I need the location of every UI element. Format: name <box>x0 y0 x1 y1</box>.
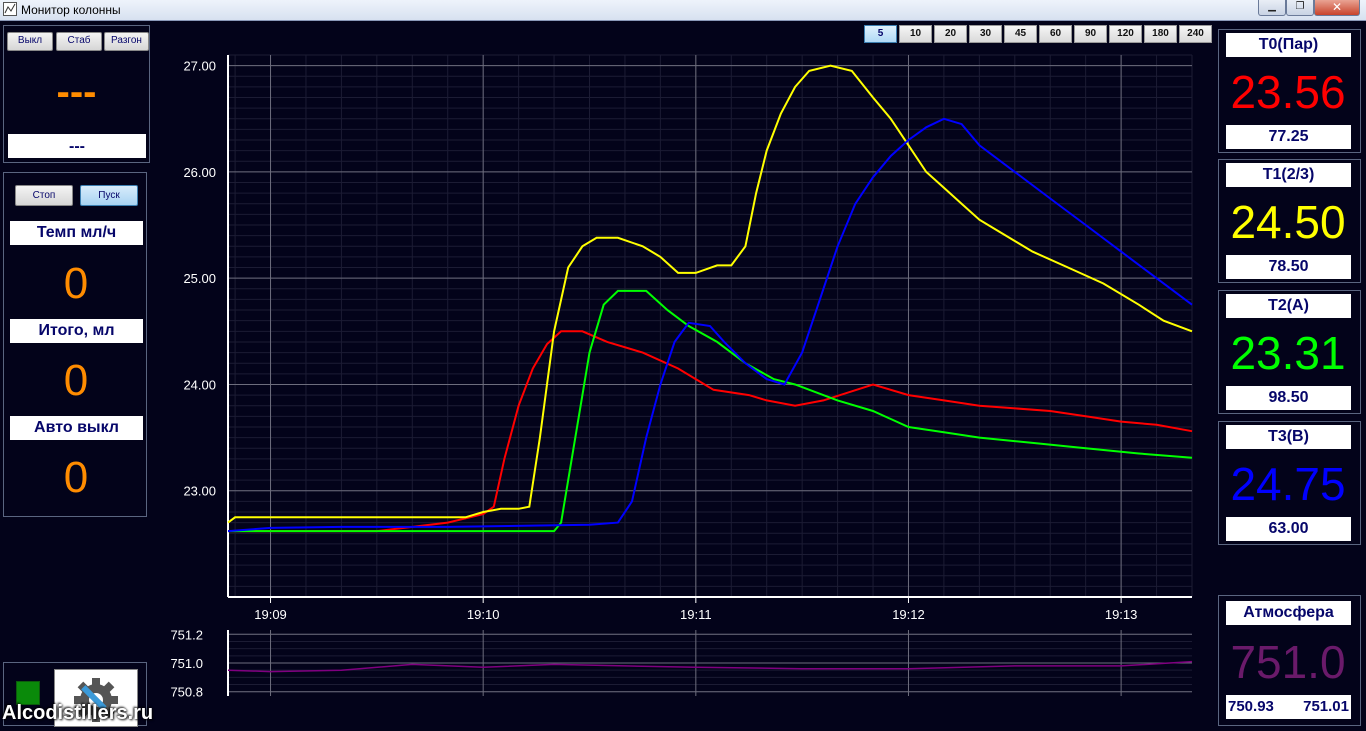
total-label: Итого, мл <box>10 319 143 343</box>
sensor-value: 24.50 <box>1230 196 1346 248</box>
y-tick-label: 27.00 <box>183 59 216 74</box>
sensor-value: 23.56 <box>1230 66 1346 118</box>
y-tick-label: 25.00 <box>183 271 216 286</box>
sensor-title: T3(B) <box>1226 425 1351 449</box>
sensor-sub-value: 98.50 <box>1226 386 1351 410</box>
start-button[interactable]: Пуск <box>80 185 138 206</box>
range-button-45[interactable]: 45 <box>1004 25 1037 43</box>
sensor-sub-value: 63.00 <box>1226 517 1351 541</box>
auto-off-label: Авто выкл <box>10 416 143 440</box>
total-value: 0 <box>63 356 89 405</box>
atmosphere-panel: Атмосфера 751.0 750.93 751.01 <box>1218 595 1361 726</box>
window-title: Монитор колонны <box>21 3 121 17</box>
sensor-panel-3: T3(B) 24.75 63.00 <box>1218 421 1361 545</box>
sensor-value: 23.31 <box>1230 327 1346 379</box>
sensor-panel-1: T1(2/3) 24.50 78.50 <box>1218 159 1361 283</box>
atmosphere-min: 750.93 <box>1228 698 1274 715</box>
x-tick-label: 19:13 <box>1105 607 1138 622</box>
control-panel: Стоп Пуск Темп мл/ч 0 Итого, мл 0 Авто в… <box>3 172 147 517</box>
close-icon: ✕ <box>1331 0 1343 14</box>
range-button-10[interactable]: 10 <box>899 25 932 43</box>
atmosphere-value: 751.0 <box>1230 636 1346 688</box>
close-button[interactable]: ✕ <box>1314 0 1360 16</box>
mode-stab-button[interactable]: Стаб <box>56 32 102 51</box>
range-button-5[interactable]: 5 <box>864 25 897 43</box>
range-button-30[interactable]: 30 <box>969 25 1002 43</box>
sensor-title: T2(A) <box>1226 294 1351 318</box>
atmosphere-max: 751.01 <box>1303 698 1349 715</box>
mode-display: --- <box>56 70 97 114</box>
t1-series-line <box>227 64 1193 524</box>
x-tick-label: 19:12 <box>892 607 925 622</box>
minimize-button[interactable]: ▁ <box>1258 0 1286 16</box>
x-tick-label: 19:10 <box>467 607 500 622</box>
maximize-button[interactable]: ❐ <box>1286 0 1314 16</box>
sensor-title: T0(Пар) <box>1226 33 1351 57</box>
mode-label: --- <box>8 134 146 158</box>
sensor-title: T1(2/3) <box>1226 163 1351 187</box>
range-button-240[interactable]: 240 <box>1179 25 1212 43</box>
temperature-chart: 27.00 26.00 25.00 24.00 23.00 19:09 19:10 19:11… <box>183 54 1193 622</box>
atmosphere-title: Атмосфера <box>1226 601 1351 625</box>
range-button-180[interactable]: 180 <box>1144 25 1177 43</box>
y-tick-label: 750.8 <box>170 685 203 700</box>
title-bar: Монитор колонны ▁ ❐ ✕ <box>0 0 1366 21</box>
sensor-sub-value: 77.25 <box>1226 125 1351 149</box>
restore-icon: ❐ <box>1295 1 1305 12</box>
mode-off-button[interactable]: Выкл <box>7 32 53 51</box>
pressure-chart: 751.2 751.0 750.8 <box>170 628 1193 700</box>
y-tick-label: 751.0 <box>170 656 203 671</box>
y-tick-label: 26.00 <box>183 165 216 180</box>
rate-value: 0 <box>63 259 89 308</box>
range-button-90[interactable]: 90 <box>1074 25 1107 43</box>
watermark: Alcodistillers.ru <box>2 702 154 724</box>
mode-panel: Выкл Стаб Разгон --- --- <box>3 25 150 163</box>
auto-off-value: 0 <box>63 453 89 502</box>
x-tick-label: 19:09 <box>254 607 287 622</box>
app-chart-icon <box>3 2 17 16</box>
minimize-icon: ▁ <box>1268 1 1276 12</box>
atmosphere-range: 750.93 751.01 <box>1226 695 1351 719</box>
y-tick-label: 24.00 <box>183 377 216 392</box>
sensor-panel-2: T2(A) 23.31 98.50 <box>1218 290 1361 414</box>
sensor-panel-0: T0(Пар) 23.56 77.25 <box>1218 29 1361 153</box>
sensor-value: 24.75 <box>1230 458 1346 510</box>
range-button-60[interactable]: 60 <box>1039 25 1072 43</box>
x-tick-label: 19:11 <box>680 607 712 622</box>
range-button-20[interactable]: 20 <box>934 25 967 43</box>
mode-boost-button[interactable]: Разгон <box>104 32 149 51</box>
y-tick-label: 751.2 <box>170 628 203 642</box>
y-tick-label: 23.00 <box>183 484 216 499</box>
range-button-120[interactable]: 120 <box>1109 25 1142 43</box>
stop-button[interactable]: Стоп <box>15 185 73 206</box>
sensor-sub-value: 78.50 <box>1226 255 1351 279</box>
rate-label: Темп мл/ч <box>10 221 143 245</box>
